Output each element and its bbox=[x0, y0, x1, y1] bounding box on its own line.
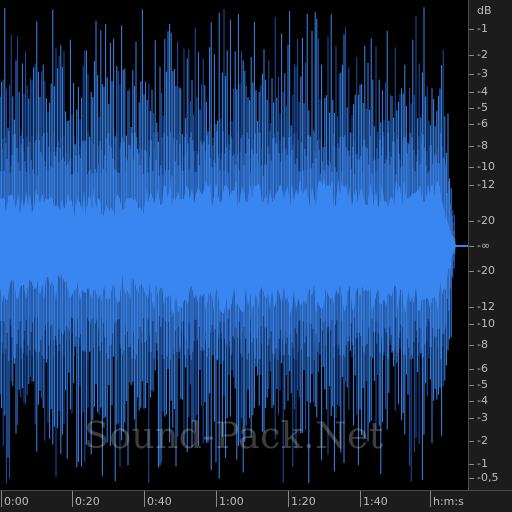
time-tick bbox=[216, 491, 217, 507]
waveform-view[interactable]: Sound-Pack.Net bbox=[0, 0, 468, 490]
db-tick bbox=[469, 324, 474, 325]
db-label: -6 bbox=[477, 117, 488, 130]
db-unit-label: dB bbox=[477, 4, 492, 17]
db-tick bbox=[469, 124, 474, 125]
db-label: -6 bbox=[477, 362, 488, 375]
db-label-center: -∞ bbox=[477, 239, 491, 252]
waveform[interactable] bbox=[0, 0, 468, 490]
db-tick bbox=[469, 108, 474, 109]
time-label: 1:20 bbox=[291, 495, 316, 508]
db-tick bbox=[469, 74, 474, 75]
db-label: -5 bbox=[477, 378, 488, 391]
db-label: -12 bbox=[477, 178, 495, 191]
db-label: -4 bbox=[477, 394, 488, 407]
db-label: -20 bbox=[477, 214, 495, 227]
db-tick bbox=[469, 478, 474, 479]
db-tick bbox=[469, 221, 474, 222]
db-tick bbox=[469, 146, 474, 147]
time-label: 1:40 bbox=[363, 495, 388, 508]
time-tick bbox=[72, 491, 73, 507]
time-label: 1:00 bbox=[219, 495, 244, 508]
db-label: -1 bbox=[477, 22, 488, 35]
db-label: -3 bbox=[477, 67, 488, 80]
time-ruler: 0:00 0:20 0:40 1:00 1:20 1:40 h:m:s bbox=[0, 490, 512, 512]
db-label: -10 bbox=[477, 317, 495, 330]
db-tick bbox=[469, 307, 474, 308]
db-tick bbox=[469, 246, 474, 247]
time-tick bbox=[430, 491, 431, 507]
db-tick bbox=[469, 401, 474, 402]
db-label: -12 bbox=[477, 300, 495, 313]
time-tick bbox=[144, 491, 145, 507]
db-label: -2 bbox=[477, 434, 488, 447]
time-tick bbox=[360, 491, 361, 507]
db-label: -3 bbox=[477, 411, 488, 424]
audio-editor: Sound-Pack.Net dB -1 -2 -3 -4 -5 -6 -8 -… bbox=[0, 0, 512, 512]
db-tick bbox=[469, 369, 474, 370]
time-label: 0:20 bbox=[75, 495, 100, 508]
db-label: -1 bbox=[477, 457, 488, 470]
db-label: -8 bbox=[477, 139, 488, 152]
db-tick bbox=[469, 92, 474, 93]
db-tick bbox=[469, 167, 474, 168]
db-label: -20 bbox=[477, 264, 495, 277]
db-tick bbox=[469, 418, 474, 419]
db-tick bbox=[469, 55, 474, 56]
db-label: -5 bbox=[477, 101, 488, 114]
time-tick bbox=[1, 491, 2, 507]
time-label: 0:40 bbox=[147, 495, 172, 508]
db-tick bbox=[469, 464, 474, 465]
db-tick bbox=[469, 271, 474, 272]
db-tick bbox=[469, 29, 474, 30]
waveform-body bbox=[0, 7, 456, 484]
db-tick bbox=[469, 441, 474, 442]
db-label: -2 bbox=[477, 48, 488, 61]
db-label: -10 bbox=[477, 160, 495, 173]
db-label: -4 bbox=[477, 85, 488, 98]
db-tick bbox=[469, 185, 474, 186]
db-label: -8 bbox=[477, 338, 488, 351]
time-label: 0:00 bbox=[4, 495, 29, 508]
time-tick bbox=[288, 491, 289, 507]
time-unit-label: h:m:s bbox=[433, 495, 464, 508]
db-tick bbox=[469, 345, 474, 346]
db-label: -0,5 bbox=[477, 471, 499, 484]
db-ruler: dB -1 -2 -3 -4 -5 -6 -8 -10 -12 -20 -∞ -… bbox=[468, 0, 512, 490]
db-tick bbox=[469, 385, 474, 386]
